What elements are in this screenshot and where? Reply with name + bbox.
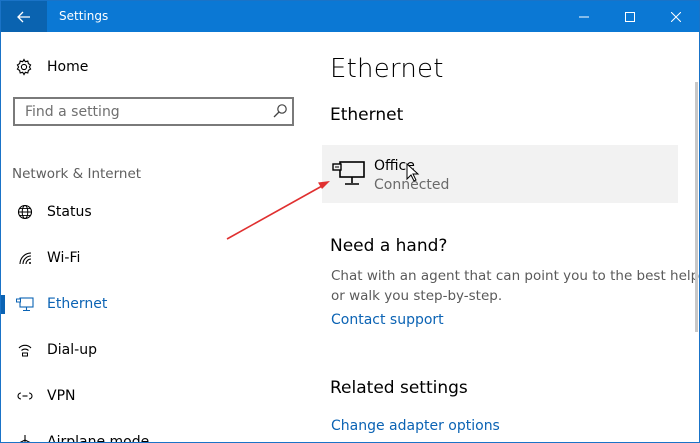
sidebar-item-status[interactable]: Status: [1, 197, 311, 227]
ethernet-network-icon: [332, 161, 365, 185]
page-title: Ethernet: [330, 54, 444, 84]
search-box[interactable]: [13, 97, 294, 126]
vpn-icon: [15, 386, 35, 406]
maximize-button[interactable]: [607, 1, 653, 32]
sidebar-item-label: VPN: [47, 388, 76, 404]
window-title: Settings: [59, 9, 109, 23]
close-icon: [671, 11, 681, 22]
minimize-icon: [579, 16, 589, 17]
back-button[interactable]: [1, 1, 47, 32]
sidebar-item-label: Wi-Fi: [47, 250, 81, 266]
globe-icon: [15, 202, 35, 222]
scrollbar[interactable]: [695, 82, 698, 332]
maximize-icon: [625, 11, 635, 22]
back-arrow-icon: [17, 11, 30, 22]
wifi-icon: [15, 248, 35, 268]
main-content: Ethernet Ethernet Office Connected Need …: [311, 32, 699, 442]
sidebar-item-label: Status: [47, 204, 92, 220]
sidebar-item-label: Dial-up: [47, 342, 97, 358]
settings-window: Settings Home Find a setting Network & I…: [0, 0, 700, 443]
change-adapter-options-link[interactable]: Change adapter options: [331, 418, 500, 434]
mouse-cursor-icon: [406, 163, 420, 182]
network-tile[interactable]: Office Connected: [322, 145, 678, 203]
contact-support-link[interactable]: Contact support: [331, 312, 444, 328]
sidebar: Home Network & Internet Status: [1, 32, 311, 442]
home-link[interactable]: Home: [15, 57, 88, 77]
search-input[interactable]: [15, 99, 275, 124]
dialup-icon: [15, 340, 35, 360]
search-icon[interactable]: [272, 103, 288, 119]
help-text: Chat with an agent that can point you to…: [331, 268, 700, 304]
section-label: Network & Internet: [12, 166, 142, 182]
sidebar-item-airplane-mode[interactable]: Airplane mode: [1, 427, 311, 443]
section-title: Ethernet: [330, 105, 404, 125]
sidebar-item-wifi[interactable]: Wi-Fi: [1, 243, 311, 273]
gear-icon: [16, 58, 32, 76]
sidebar-item-ethernet[interactable]: Ethernet: [1, 289, 311, 319]
ethernet-icon: [15, 294, 35, 314]
sidebar-item-dialup[interactable]: Dial-up: [1, 335, 311, 365]
sidebar-item-vpn[interactable]: VPN: [1, 381, 311, 411]
home-label: Home: [47, 59, 89, 75]
minimize-button[interactable]: [561, 1, 607, 32]
help-title: Need a hand?: [330, 236, 448, 256]
close-button[interactable]: [653, 1, 699, 32]
sidebar-item-label: Ethernet: [47, 296, 108, 312]
airplane-icon: [15, 432, 35, 442]
related-settings-title: Related settings: [330, 378, 468, 398]
active-indicator: [1, 295, 5, 314]
title-bar: Settings: [1, 1, 699, 32]
sidebar-item-label: Airplane mode: [47, 434, 150, 443]
window-controls: [561, 1, 699, 32]
